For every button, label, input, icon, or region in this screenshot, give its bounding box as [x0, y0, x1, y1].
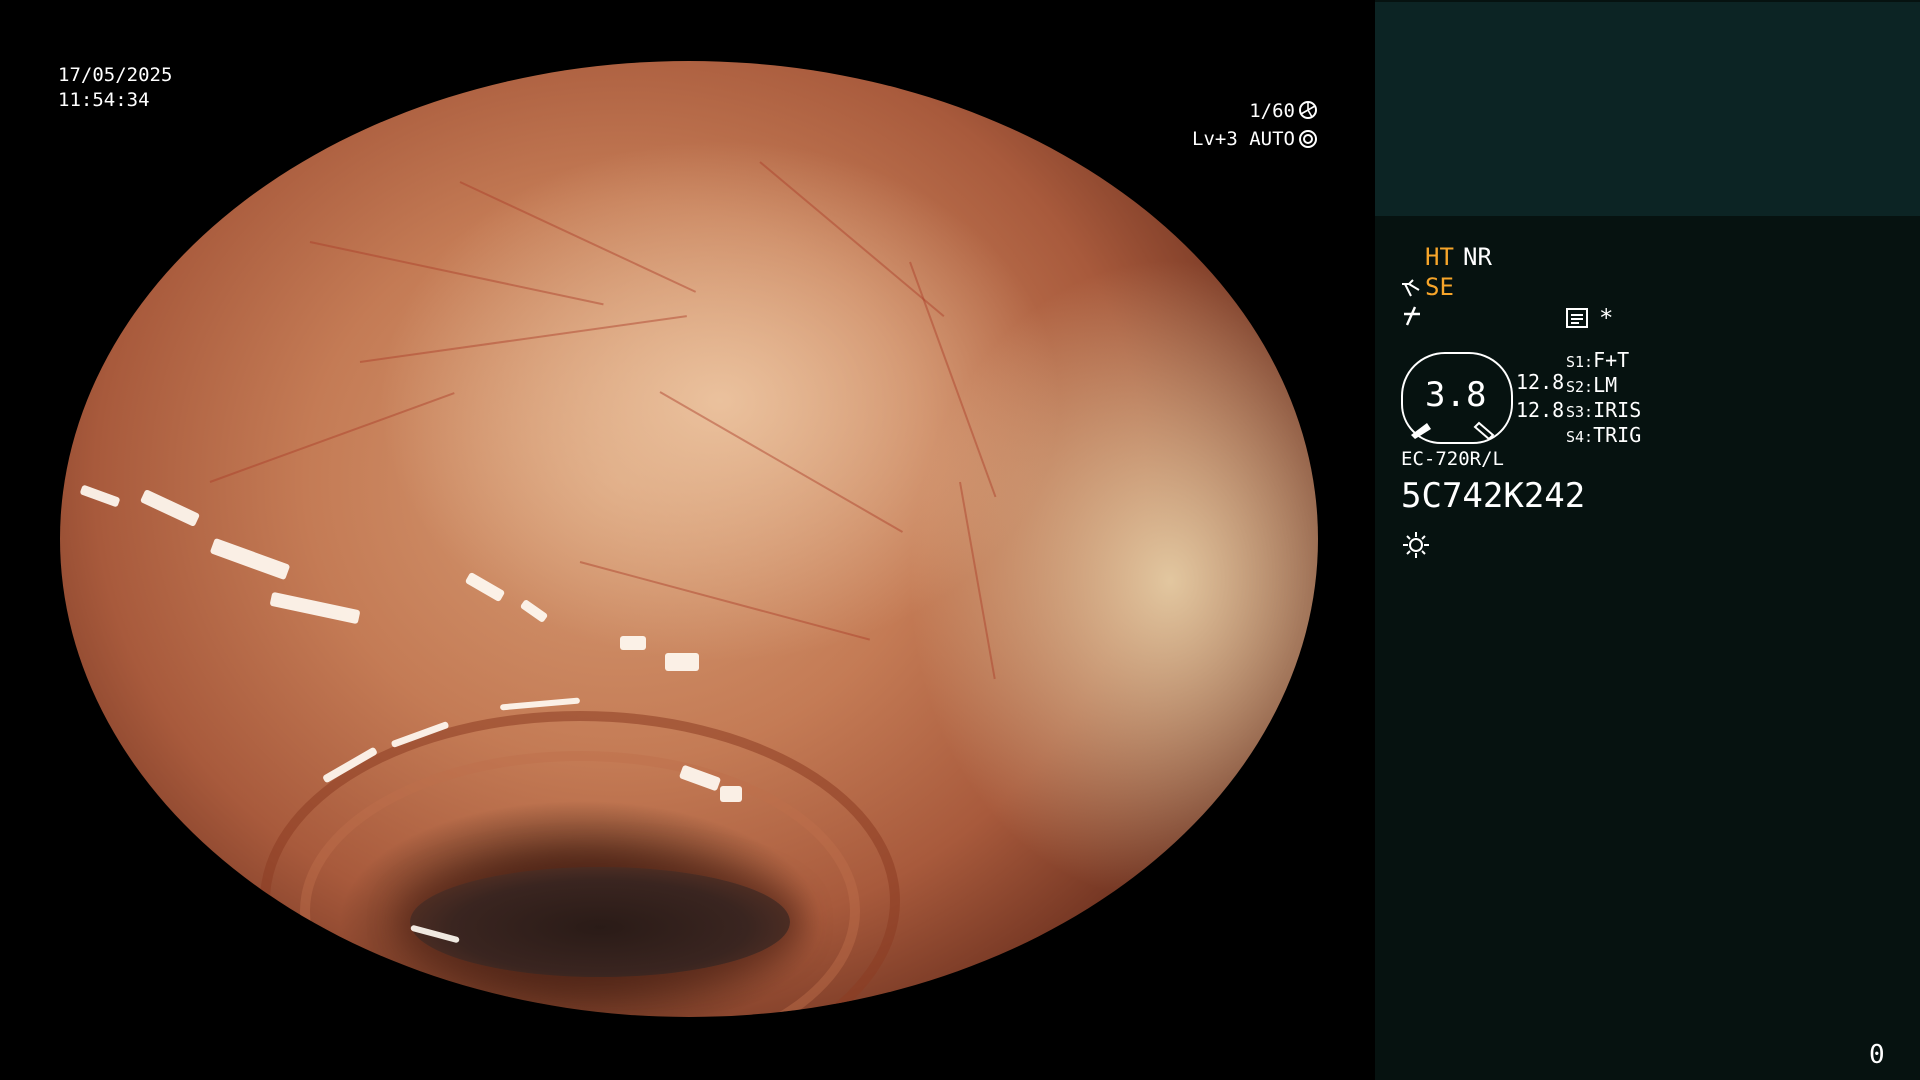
- switch-value: LM: [1593, 373, 1618, 397]
- value-1: 12.8: [1516, 370, 1565, 394]
- value-2: 12.8: [1516, 398, 1565, 422]
- vessel: [659, 391, 903, 533]
- gauge-marker-icon: [1409, 417, 1509, 445]
- vessel: [579, 561, 871, 641]
- switch-key: S2:: [1566, 378, 1594, 396]
- switch-key: S4:: [1566, 428, 1594, 446]
- glare: [665, 653, 699, 671]
- glare: [464, 571, 506, 603]
- vessel: [959, 481, 996, 680]
- scope-icon: [1399, 276, 1423, 304]
- switch-row: S4:TRIG: [1566, 423, 1641, 448]
- info-panel: HT NR SE * 3.8 12.8 12.8 S1:F+T S2:LM S3…: [1375, 0, 1920, 1080]
- panel-header-area: [1375, 2, 1920, 216]
- glare: [620, 636, 646, 650]
- switch-list: S1:F+T S2:LM S3:IRIS S4:TRIG: [1566, 348, 1641, 448]
- time-text: 11:54:34: [58, 89, 150, 111]
- glare: [139, 488, 201, 528]
- endoscope-video-area: 17/05/2025 11:54:34 1/60 Lv+3 AUTO: [0, 0, 1375, 1080]
- glare: [499, 697, 581, 711]
- mode-se: SE: [1425, 273, 1454, 301]
- scope-model: EC-720R/L: [1401, 448, 1504, 470]
- switch-row: S2:LM: [1566, 373, 1641, 398]
- lumen: [410, 867, 790, 977]
- glare: [519, 598, 549, 624]
- shutter-icon: [1298, 100, 1318, 124]
- vessel: [459, 181, 697, 293]
- glare: [209, 537, 291, 581]
- glare: [79, 484, 121, 508]
- mode-ht: HT: [1425, 243, 1454, 271]
- switch-value: IRIS: [1593, 398, 1642, 422]
- date-text: 17/05/2025: [58, 64, 173, 86]
- vessel: [759, 161, 945, 318]
- glare: [269, 591, 361, 625]
- lightning-icon: [1401, 304, 1423, 332]
- iris-icon: [1298, 129, 1318, 153]
- vessel: [309, 241, 604, 306]
- switch-row: S1:F+T: [1566, 348, 1641, 373]
- endoscope-image: [60, 61, 1318, 1017]
- glare: [720, 786, 742, 802]
- switch-value: TRIG: [1593, 423, 1642, 447]
- switch-key: S1:: [1566, 353, 1594, 371]
- shutter-text: 1/60: [1249, 100, 1295, 122]
- gauge-value: 3.8: [1425, 375, 1487, 415]
- asterisk-indicator: *: [1599, 304, 1614, 332]
- vessel: [209, 392, 455, 483]
- switch-key: S3:: [1566, 403, 1594, 421]
- vessel: [909, 261, 997, 498]
- memory-icon: [1565, 307, 1589, 333]
- mode-nr: NR: [1463, 243, 1492, 271]
- frame-counter: 0: [1869, 1040, 1885, 1070]
- switch-value: F+T: [1593, 348, 1630, 372]
- light-icon: [1401, 530, 1431, 564]
- scope-serial: 5C742K242: [1401, 476, 1586, 516]
- vessel: [359, 315, 687, 363]
- level-text: Lv+3 AUTO: [1192, 128, 1295, 150]
- switch-row: S3:IRIS: [1566, 398, 1641, 423]
